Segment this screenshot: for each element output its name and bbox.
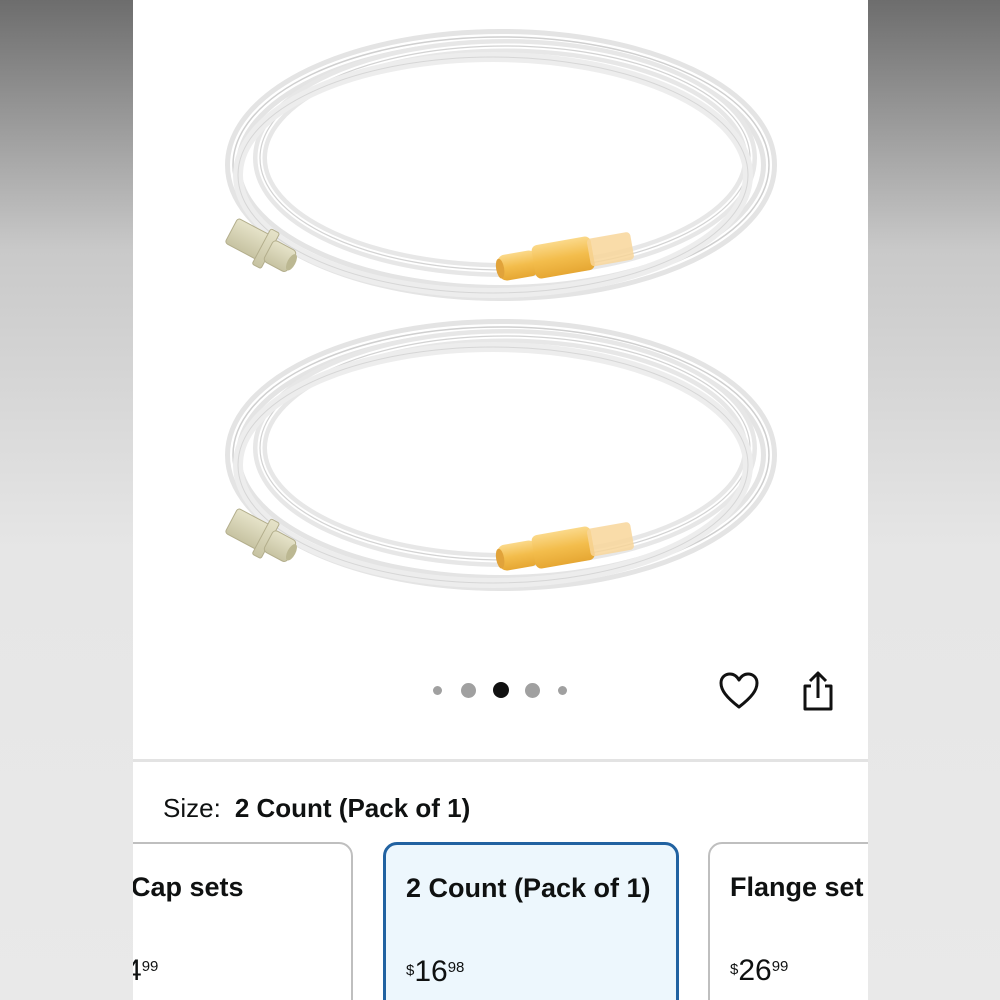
price-whole: 26 [738,954,772,987]
size-label: Size: [163,792,221,823]
share-button[interactable] [795,668,841,714]
price-fraction: 99 [771,958,789,975]
share-icon [803,671,833,711]
price-fraction: 98 [447,959,465,976]
variant-title: Cap sets [133,872,244,902]
variant-price: 4 99 [133,956,158,986]
carousel-dot-4[interactable] [525,683,540,698]
phone-screen: Size: 2 Count (Pack of 1) Cap sets 4 99 … [133,0,868,1000]
variant-title: 2 Count (Pack of 1) [406,873,651,903]
carousel-dot-1[interactable] [433,686,442,695]
heart-icon [719,672,759,709]
product-image[interactable] [133,0,868,650]
variant-option-flange-set[interactable]: Flange set $ 26 99 [708,842,868,1000]
section-divider [133,759,868,762]
wishlist-button[interactable] [716,668,762,714]
tube-bottom [225,319,777,591]
variant-option-2-count[interactable]: 2 Count (Pack of 1) $ 16 98 [383,842,679,1000]
variant-price: $ 26 99 [730,956,788,986]
carousel-dot-5[interactable] [558,686,567,695]
price-currency: $ [406,962,415,979]
size-selected-value: 2 Count (Pack of 1) [234,792,471,823]
price-fraction: 99 [141,958,159,975]
variant-option-cap-sets[interactable]: Cap sets 4 99 [133,842,353,1000]
price-currency: $ [730,961,739,978]
carousel-dot-3-active[interactable] [493,682,509,698]
size-selector: Size: 2 Count (Pack of 1) [163,790,470,826]
carousel-dot-2[interactable] [461,683,476,698]
tube-top [225,29,777,301]
right-background-blur [868,0,1000,1000]
variant-title: Flange set [730,872,864,902]
price-whole: 16 [414,955,448,988]
price-whole: 4 [133,954,142,987]
variant-price: $ 16 98 [406,957,464,987]
carousel-dots[interactable] [423,681,583,699]
left-background-blur [0,0,133,1000]
